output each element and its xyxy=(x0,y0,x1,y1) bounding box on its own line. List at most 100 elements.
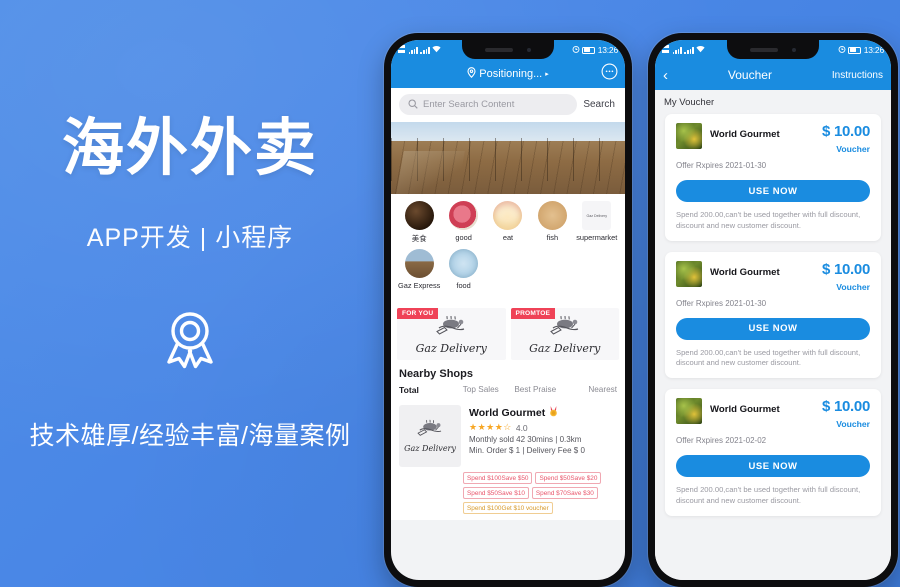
merchant-thumbnail xyxy=(676,398,702,425)
phone-notch xyxy=(462,40,554,59)
voucher-expiry: Offer Rxpires 2021-01-30 xyxy=(676,161,767,170)
home-appbar: Positioning... ▸ xyxy=(391,60,625,88)
hero-banner[interactable] xyxy=(391,122,625,194)
voucher-appbar: ‹ Voucher Instructions xyxy=(655,60,891,90)
promo-banner[interactable]: FOR YOU Gaz Delivery xyxy=(397,308,506,360)
promo-subtitle: APP开发 | 小程序 xyxy=(86,223,294,252)
shop-name: World Gourmet xyxy=(469,407,546,419)
promo-tag[interactable]: Spend $50Save $20 xyxy=(535,472,602,484)
category-item[interactable]: food xyxy=(441,249,485,290)
promo-tag-list: Spend $100Save $50 Spend $50Save $20 Spe… xyxy=(391,470,625,520)
merchant-thumbnail xyxy=(676,123,702,149)
signal-bars-icon-2 xyxy=(684,46,694,54)
filter-tab-best-praise[interactable]: Best Praise xyxy=(508,385,563,395)
category-item[interactable]: Gaz Express xyxy=(397,249,441,290)
location-selector[interactable]: Positioning... ▸ xyxy=(467,67,549,81)
category-item[interactable]: 美食 xyxy=(397,201,441,244)
merchant-name: World Gourmet xyxy=(710,266,780,278)
filter-tab-nearest[interactable]: Nearest xyxy=(563,385,617,395)
category-item[interactable]: Gaz Delivery supermarket xyxy=(575,201,619,244)
category-label: fish xyxy=(546,233,559,242)
voucher-description: Spend 200.00,can't be used together with… xyxy=(676,210,861,230)
search-row: Enter Search Content Search xyxy=(391,88,625,122)
use-now-button[interactable]: USE NOW xyxy=(676,455,870,478)
logo-text: Gaz Delivery xyxy=(586,213,608,218)
voucher-card[interactable]: World Gourmet $ 10.00 Voucher Offer Rxpi… xyxy=(665,389,881,516)
filter-tabs: Total Top Sales Best Praise Nearest xyxy=(391,382,625,401)
star-rating-icon: ★★★★☆ xyxy=(469,422,512,432)
use-now-button[interactable]: USE NOW xyxy=(676,317,870,340)
search-input[interactable]: Enter Search Content xyxy=(399,94,578,115)
promo-tag[interactable]: Spend $50Save $10 xyxy=(463,487,529,499)
location-pin-icon xyxy=(467,67,476,81)
promo-panel: 海外外卖 APP开发 | 小程序 技术雄厚/经验丰富/海量案例 xyxy=(0,0,380,587)
promo-banner[interactable]: PROMTOE Gaz Delivery xyxy=(510,308,619,360)
category-item[interactable]: good xyxy=(441,201,485,244)
award-medal-icon xyxy=(157,306,223,372)
promo-tag[interactable]: Spend $100Save $50 xyxy=(463,472,533,484)
voucher-type-label: Voucher xyxy=(836,281,870,292)
search-placeholder: Enter Search Content xyxy=(423,99,515,110)
shop-list-item[interactable]: Gaz Delivery World Gourmet ★★★★☆ 4.0 Mon… xyxy=(391,401,625,470)
raw-meat-photo xyxy=(449,201,479,230)
instructions-button[interactable]: Instructions xyxy=(832,70,883,81)
landscape-photo xyxy=(404,249,434,278)
voucher-amount: $ 10.00 xyxy=(822,123,870,140)
shop-meta-order: Min. Order $ 1 | Delivery Fee $ 0 xyxy=(469,446,585,455)
category-label: eat xyxy=(502,233,514,242)
category-label: good xyxy=(455,233,472,242)
promo-tag[interactable]: Spend $70Save $30 xyxy=(531,487,598,499)
fruit-bowl-photo xyxy=(493,201,523,230)
promo-tag-voucher[interactable]: Spend $100Get $10 voucher xyxy=(463,502,553,514)
battery-icon xyxy=(848,46,862,54)
voucher-type-label: Voucher xyxy=(836,144,870,154)
chevron-left-icon[interactable]: ‹ xyxy=(663,68,668,83)
promo-banner-row: FOR YOU Gaz Delivery PROMTOE Gaz Deliver… xyxy=(391,303,625,364)
medal-icon xyxy=(549,406,558,420)
nearby-shops-heading: Nearby Shops xyxy=(391,364,625,382)
voucher-card[interactable]: World Gourmet $ 10.00 Voucher Offer Rxpi… xyxy=(665,114,881,241)
voucher-list: My Voucher World Gourmet $ 10.00 Voucher… xyxy=(655,90,891,580)
category-item[interactable]: fish xyxy=(530,201,574,244)
voucher-amount: $ 10.00 xyxy=(822,260,870,278)
bowl-in-hand-icon xyxy=(545,315,585,341)
location-caret-icon: ▸ xyxy=(545,71,549,78)
search-button[interactable]: Search xyxy=(583,99,617,110)
search-icon xyxy=(408,96,418,114)
signal-bars-icon-2 xyxy=(420,46,430,54)
bowl-in-hand-icon xyxy=(431,315,471,341)
voucher-amount: $ 10.00 xyxy=(822,398,870,416)
my-voucher-label: My Voucher xyxy=(664,97,715,108)
status-time: 13:26 xyxy=(863,45,884,55)
alarm-clock-icon xyxy=(838,45,846,55)
rating-value: 4.0 xyxy=(515,422,528,433)
use-now-button[interactable]: USE NOW xyxy=(676,180,870,202)
voucher-description: Spend 200.00,can't be used together with… xyxy=(676,347,861,368)
filter-tab-total[interactable]: Total xyxy=(399,385,454,395)
merchant-thumbnail xyxy=(676,260,702,287)
filter-tab-top-sales[interactable]: Top Sales xyxy=(454,385,509,395)
chat-bubble-icon[interactable] xyxy=(601,63,618,85)
category-label: food xyxy=(456,281,471,290)
category-item[interactable]: eat xyxy=(486,201,530,244)
merchant-name: World Gourmet xyxy=(710,129,780,140)
page-title: Voucher xyxy=(727,68,772,82)
shop-rating: ★★★★☆ 4.0 xyxy=(469,422,617,433)
voucher-expiry: Offer Rxpires 2021-01-30 xyxy=(676,298,767,308)
signal-bars-icon xyxy=(672,46,682,54)
category-label: Gaz Express xyxy=(398,281,441,290)
category-grid: 美食 good eat fish Gaz Delivery supermarke… xyxy=(391,194,625,303)
voucher-expiry: Offer Rxpires 2021-02-02 xyxy=(676,436,767,446)
banner-flag: PROMTOE xyxy=(510,308,556,319)
category-label: 美食 xyxy=(411,234,427,243)
fish-plate-photo xyxy=(449,249,479,278)
coffee-cup-photo xyxy=(404,201,434,230)
banner-logo-text: Gaz Delivery xyxy=(415,342,487,355)
phone-mockup-home: 13:26 Positioning... ▸ Enter Search Cont… xyxy=(384,33,632,587)
signal-bars-icon xyxy=(408,46,418,54)
phone-mockup-voucher: 13:26 ‹ Voucher Instructions My Voucher … xyxy=(648,33,898,587)
gaz-delivery-logo: Gaz Delivery xyxy=(582,201,612,230)
banner-flag: FOR YOU xyxy=(397,308,439,319)
banner-logo-text: Gaz Delivery xyxy=(529,342,601,355)
voucher-card[interactable]: World Gourmet $ 10.00 Voucher Offer Rxpi… xyxy=(665,251,881,379)
